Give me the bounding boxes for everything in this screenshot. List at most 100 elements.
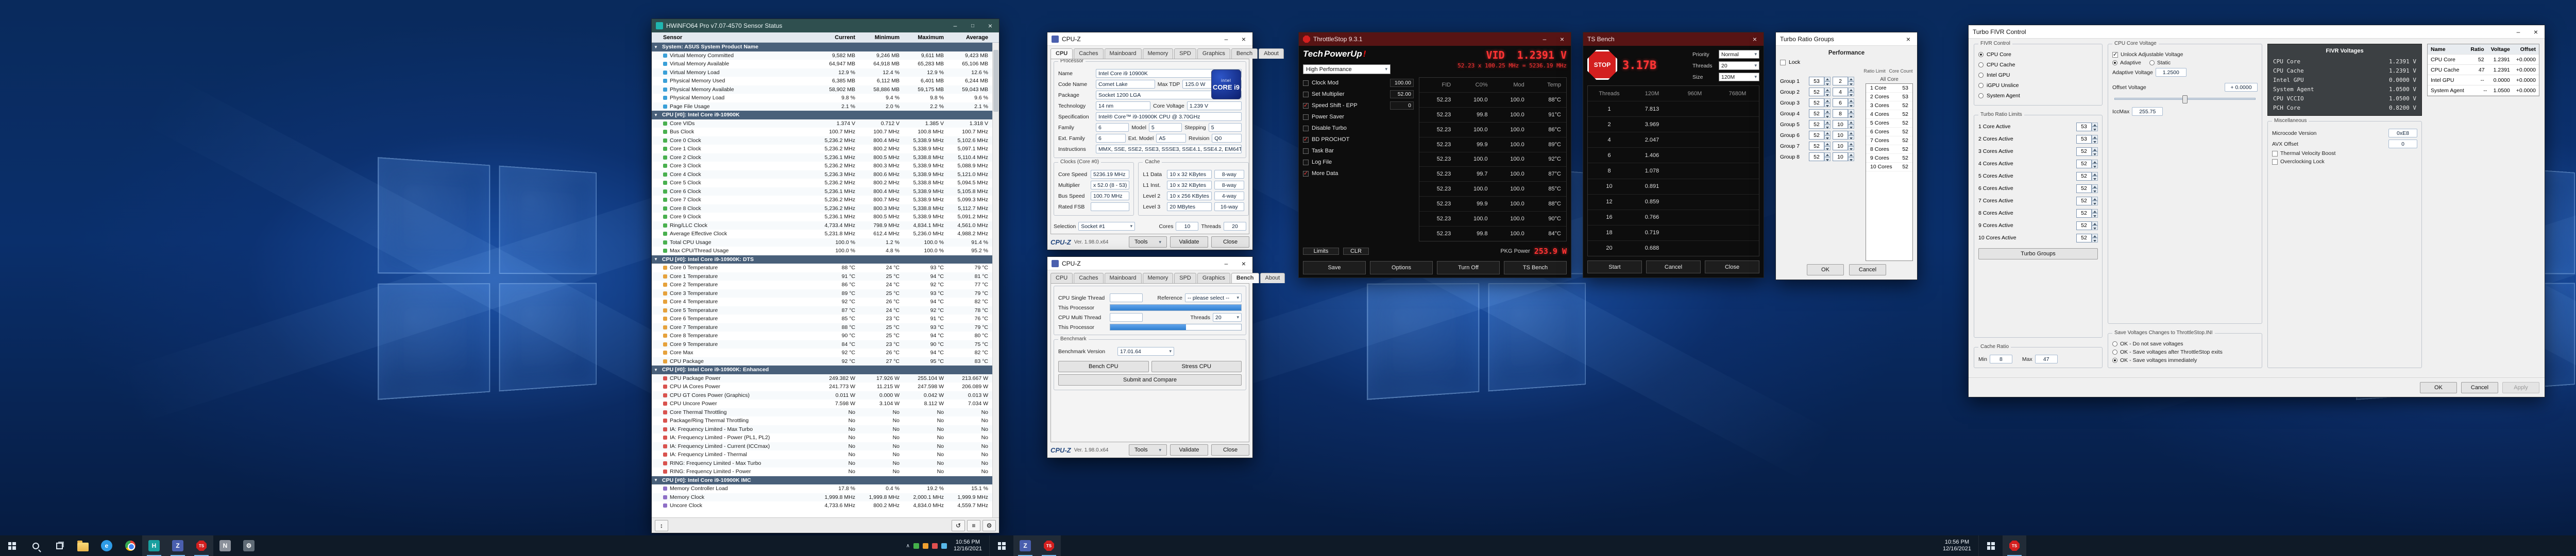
- taskbar-app-notepad[interactable]: N: [213, 535, 237, 556]
- ratio-spinner[interactable]: 53: [2076, 134, 2098, 144]
- sensor-row[interactable]: Max CPU/Thread Usage 100.0 % 4.8 % 100.0 % 9…: [652, 247, 992, 255]
- taskbar-app-cpuz[interactable]: Z: [1013, 535, 1037, 556]
- tab-mainboard[interactable]: Mainboard: [1104, 273, 1142, 283]
- core-count-spinner[interactable]: 4: [1833, 88, 1854, 96]
- spin-up-icon[interactable]: [1824, 88, 1831, 92]
- configure-button[interactable]: ⚙: [982, 519, 996, 531]
- spin-arrows[interactable]: [2092, 171, 2098, 181]
- option-row[interactable]: Clock Mod 100.00: [1303, 77, 1414, 89]
- log-file-checkbox[interactable]: [1303, 159, 1309, 165]
- close-button[interactable]: [1235, 257, 1252, 270]
- sensor-row[interactable]: Core 8 Clock 5,236.2 MHz 800.3 MHz 5,338.8 …: [652, 204, 992, 213]
- spin-arrows[interactable]: [1824, 77, 1831, 85]
- expand-button[interactable]: ↕: [655, 519, 668, 531]
- spin-up-icon[interactable]: [2092, 134, 2098, 139]
- spin-up-icon[interactable]: [2092, 159, 2098, 164]
- spin-up-icon[interactable]: [1824, 131, 1831, 135]
- close-button[interactable]: Close: [1211, 236, 1249, 248]
- core-count-spinner[interactable]: 10: [1833, 152, 1854, 161]
- minimize-button[interactable]: [2510, 25, 2527, 38]
- sensor-row[interactable]: Core 6 Clock 5,236.1 MHz 800.4 MHz 5,338.9 …: [652, 187, 992, 196]
- core-count-spinner[interactable]: 6: [1833, 98, 1854, 107]
- spin-down-icon[interactable]: [2092, 139, 2098, 144]
- start-button[interactable]: [990, 535, 1013, 556]
- spin-down-icon[interactable]: [1848, 102, 1854, 107]
- sensor-row[interactable]: Core 0 Temperature 88 °C 24 °C 93 °C 79 °C: [652, 264, 992, 272]
- spin-down-icon[interactable]: [1848, 113, 1854, 118]
- spin-up-icon[interactable]: [1848, 131, 1854, 135]
- ratio-spinner[interactable]: 53: [2076, 122, 2098, 131]
- avx-offset-value[interactable]: 0: [2388, 140, 2417, 148]
- spin-up-icon[interactable]: [1824, 152, 1831, 157]
- sensor-row[interactable]: Memory Clock 1,999.8 MHz 1,999.8 MHz 2,000.…: [652, 493, 992, 501]
- apply-button[interactable]: Apply: [2502, 381, 2539, 393]
- turn-off-button[interactable]: Turn Off: [1437, 261, 1500, 274]
- stress-cpu-button[interactable]: Stress CPU: [1151, 361, 1242, 372]
- ts-bench-button[interactable]: TS Bench: [1504, 261, 1567, 274]
- tab-bench[interactable]: Bench: [1231, 48, 1258, 59]
- close-button[interactable]: [981, 19, 999, 32]
- sensor-row[interactable]: IA: Frequency Limited - Power (PL1, PL2)…: [652, 433, 992, 442]
- spin-up-icon[interactable]: [1848, 98, 1854, 103]
- tab-cpu[interactable]: CPU: [1050, 273, 1073, 283]
- taskbar-clock[interactable]: 10:56 PM 12/16/2021: [1940, 539, 1974, 552]
- option-row[interactable]: Speed Shift - EPP 0: [1303, 100, 1414, 111]
- ratio-spinner[interactable]: 52: [2076, 147, 2098, 156]
- sensor-row[interactable]: Virtual Memory Load 12.9 % 12.4 % 12.9 % 12.…: [652, 68, 992, 77]
- threads-combo[interactable]: 20: [1719, 61, 1759, 70]
- sensor-row[interactable]: RING: Frequency Limited - Max Turbo No No N…: [652, 459, 992, 467]
- trg-titlebar[interactable]: Turbo Ratio Groups: [1776, 32, 1917, 46]
- spin-up-icon[interactable]: [2092, 233, 2098, 238]
- start-button[interactable]: [0, 535, 24, 556]
- offset-voltage-slider[interactable]: [2114, 95, 2256, 103]
- bd-prochot-checkbox[interactable]: [1303, 136, 1309, 143]
- column-average[interactable]: Average: [948, 34, 992, 41]
- sensor-section-header[interactable]: ▼ CPU [#0]: Intel Core i9-10900K: [652, 111, 992, 119]
- tsbench-titlebar[interactable]: TS Bench: [1583, 32, 1764, 46]
- sensor-row[interactable]: Core 4 Clock 5,236.3 MHz 800.6 MHz 5,338.9 …: [652, 170, 992, 179]
- minimize-button[interactable]: [1536, 32, 1553, 46]
- misc-option-row[interactable]: Thermal Velocity Boost: [2272, 150, 2417, 157]
- spin-arrows[interactable]: [1848, 88, 1854, 96]
- tab-mainboard[interactable]: Mainboard: [1104, 48, 1142, 59]
- sensor-row[interactable]: IA: Frequency Limited - Current (ICCmax)…: [652, 442, 992, 450]
- reset-minmax-button[interactable]: ↺: [952, 519, 965, 531]
- taskbar-app-edge[interactable]: e: [95, 535, 118, 556]
- thermal-velocity-boost-checkbox[interactable]: [2272, 150, 2278, 157]
- save-button[interactable]: Save: [1303, 261, 1366, 274]
- system-agent-radio[interactable]: [1978, 93, 1984, 98]
- igpu-unslice-radio[interactable]: [1978, 83, 1984, 88]
- sensor-row[interactable]: Core 2 Temperature 86 °C 24 °C 92 °C 77 °C: [652, 281, 992, 289]
- close-button[interactable]: Close: [1705, 260, 1759, 273]
- spin-down-icon[interactable]: [1824, 81, 1831, 85]
- spin-up-icon[interactable]: [1824, 120, 1831, 125]
- spin-down-icon[interactable]: [2092, 238, 2098, 242]
- spin-up-icon[interactable]: [1848, 109, 1854, 114]
- tab-caches[interactable]: Caches: [1074, 273, 1104, 283]
- spin-arrows[interactable]: [1848, 142, 1854, 150]
- ratio-spinner[interactable]: 52: [2076, 208, 2098, 218]
- domain-radio-row[interactable]: CPU Core: [1978, 49, 2098, 60]
- hwinfo-column-header[interactable]: Sensor Current Minimum Maximum Average: [652, 32, 999, 43]
- selection-combo[interactable]: Socket #1: [1078, 222, 1136, 231]
- spin-arrows[interactable]: [1824, 142, 1831, 150]
- spin-down-icon[interactable]: [1848, 135, 1854, 140]
- sensor-row[interactable]: Average Effective Clock 5,231.8 MHz 612.4 …: [652, 230, 992, 238]
- spin-up-icon[interactable]: [2092, 122, 2098, 127]
- spin-arrows[interactable]: [2092, 184, 2098, 193]
- close-button[interactable]: [1900, 32, 1917, 45]
- ratio-spinner[interactable]: 52: [2076, 196, 2098, 205]
- close-button[interactable]: [1235, 32, 1252, 45]
- minimize-button[interactable]: [946, 19, 964, 32]
- tab-about[interactable]: About: [1260, 273, 1285, 283]
- hwinfo-titlebar[interactable]: HWiNFO64 Pro v7.07-4570 Sensor Status: [652, 19, 999, 32]
- core-count-spinner[interactable]: 8: [1833, 109, 1854, 118]
- maximize-button[interactable]: [964, 19, 981, 32]
- taskbar-app-cpuz[interactable]: Z: [166, 535, 190, 556]
- all-core-list-item[interactable]: 2 Cores 53: [1866, 93, 1912, 101]
- tools-button[interactable]: Tools: [1129, 236, 1167, 248]
- sensor-row[interactable]: CPU Uncore Power 7.598 W 3.104 W 8.112 W 7.0…: [652, 399, 992, 408]
- spin-up-icon[interactable]: [1848, 120, 1854, 125]
- close-button[interactable]: Close: [1211, 444, 1249, 456]
- sensor-row[interactable]: Core 3 Temperature 89 °C 25 °C 93 °C 79 °C: [652, 289, 992, 298]
